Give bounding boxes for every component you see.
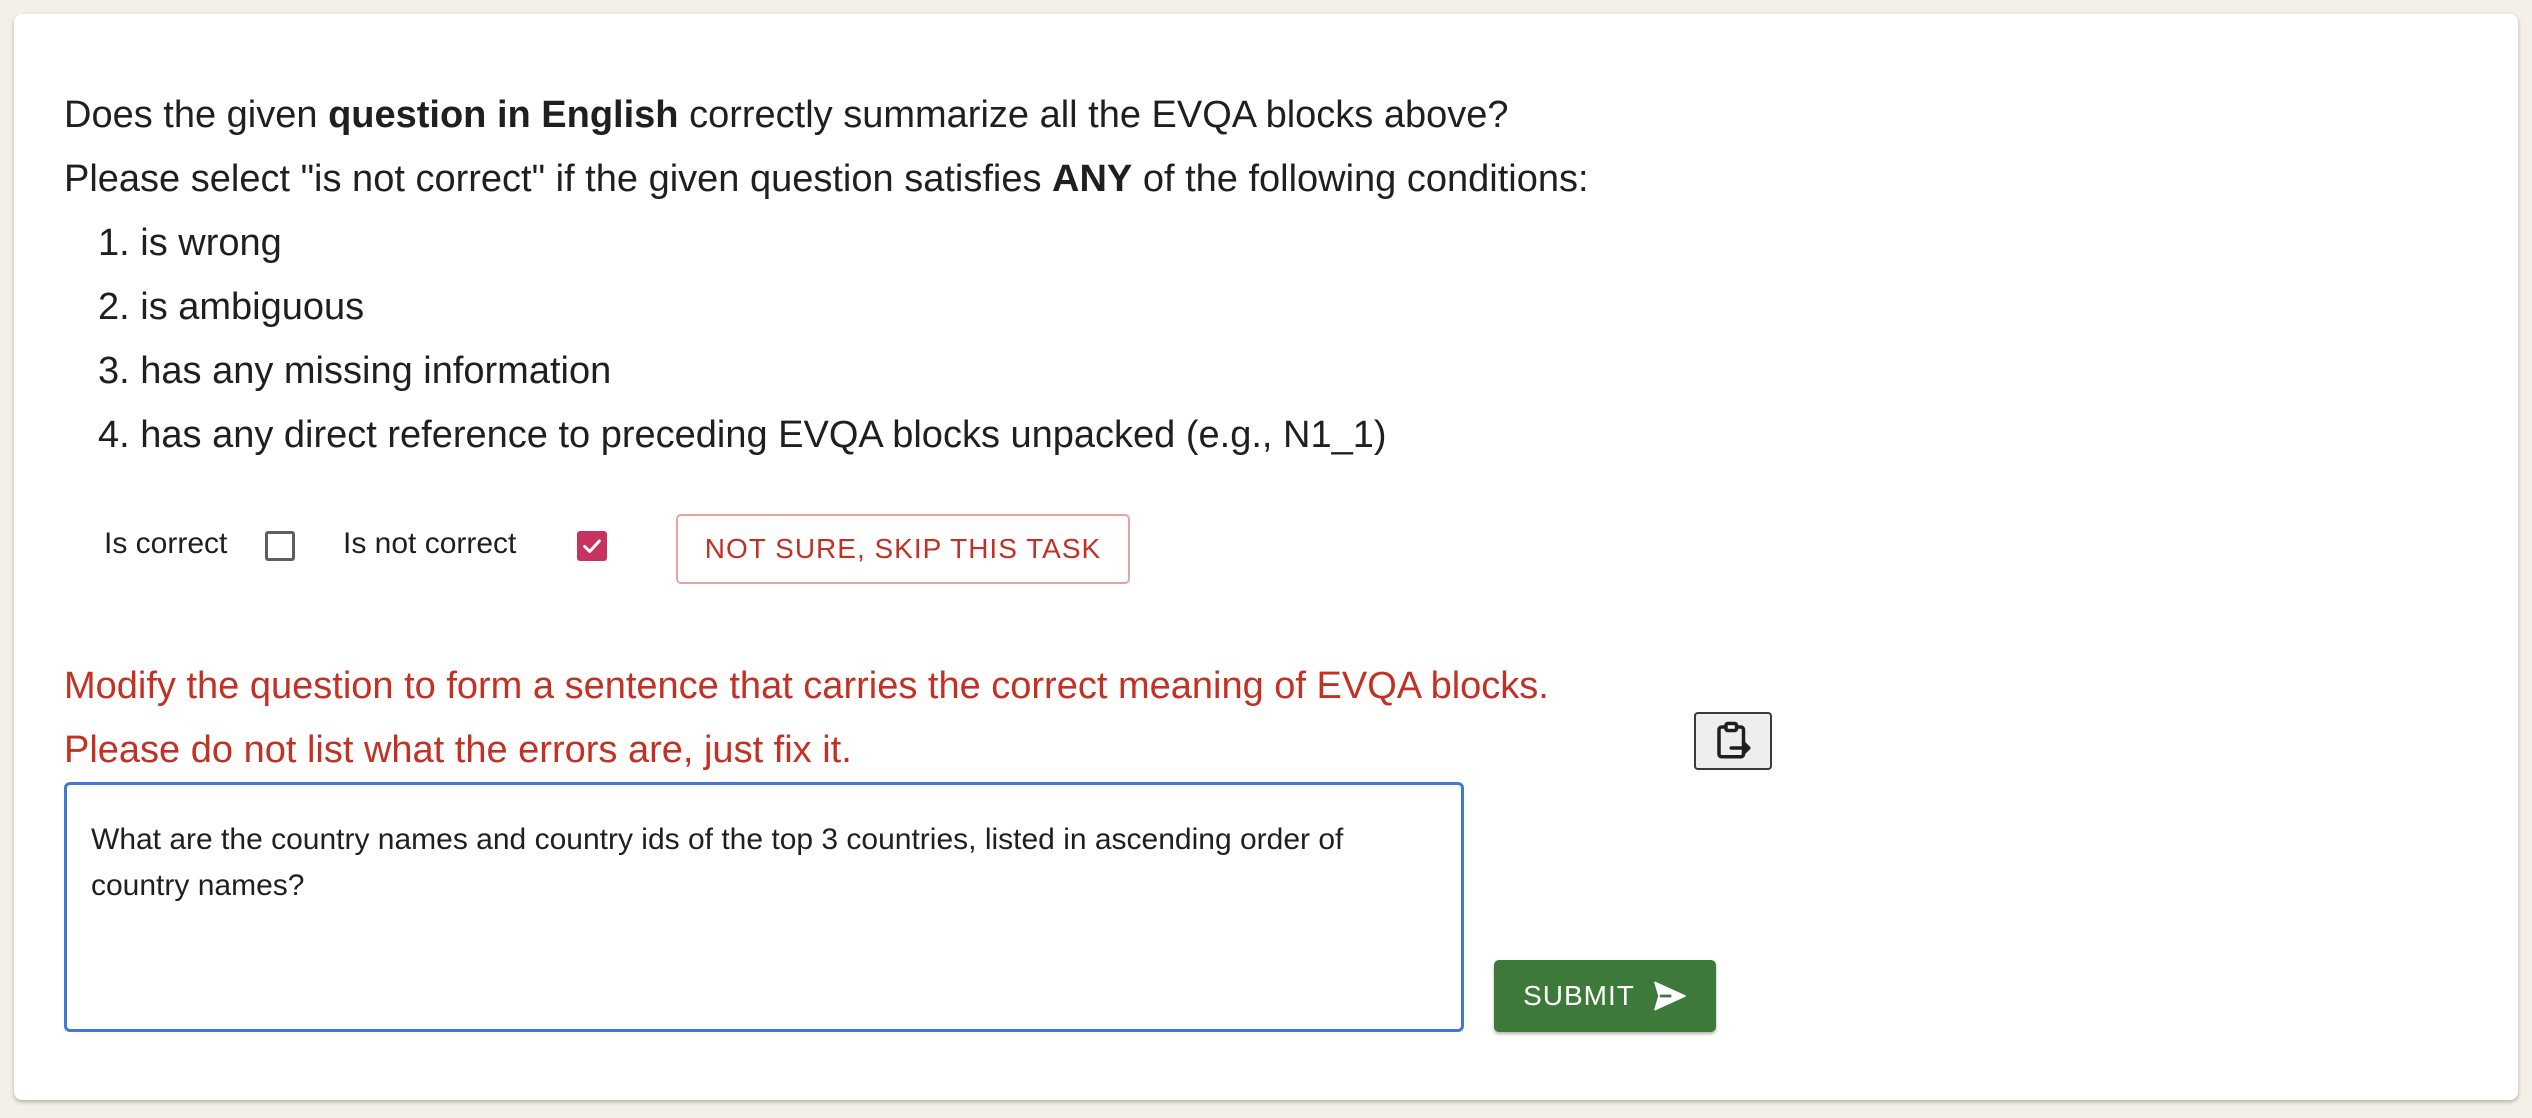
prompt-emphasis: question in English: [328, 94, 679, 136]
skip-task-button[interactable]: NOT SURE, SKIP THIS TASK: [676, 514, 1130, 584]
intro-emphasis: ANY: [1052, 158, 1133, 200]
condition-item: 2. is ambiguous: [98, 286, 365, 328]
submit-label: SUBMIT: [1523, 980, 1635, 1011]
is-not-correct-checkbox[interactable]: [577, 531, 607, 561]
checkmark-icon: [583, 539, 601, 553]
prompt-text: Does the given: [64, 94, 329, 136]
condition-item: 1. is wrong: [98, 222, 282, 264]
modify-instruction: Modify the question to form a sentence t…: [64, 665, 1549, 707]
is-correct-label[interactable]: Is correct: [104, 524, 227, 564]
paste-button[interactable]: [1694, 712, 1772, 770]
is-not-correct-label[interactable]: Is not correct: [343, 524, 516, 564]
send-icon: [1654, 981, 1686, 1011]
intro-text: of the following conditions:: [1132, 158, 1589, 200]
question-prompt-line: Does the given question in English corre…: [64, 91, 1509, 139]
conditions-intro-line: Please select "is not correct" if the gi…: [64, 155, 1589, 203]
is-correct-checkbox[interactable]: [265, 531, 295, 561]
clipboard-paste-icon: [1717, 721, 1751, 759]
submit-button[interactable]: SUBMIT: [1494, 960, 1716, 1032]
modified-question-input[interactable]: What are the country names and country i…: [64, 782, 1464, 1032]
condition-item: 3. has any missing information: [98, 350, 612, 392]
condition-item: 4. has any direct reference to preceding…: [98, 414, 1387, 456]
task-card: Does the given question in English corre…: [14, 14, 2518, 1100]
prompt-text: correctly summarize all the EVQA blocks …: [678, 94, 1509, 136]
conditions-list: 1. is wrong 2. is ambiguous 3. has any m…: [98, 219, 1387, 475]
intro-text: Please select "is not correct" if the gi…: [64, 158, 1053, 200]
modify-warning: Please do not list what the errors are, …: [64, 729, 852, 771]
